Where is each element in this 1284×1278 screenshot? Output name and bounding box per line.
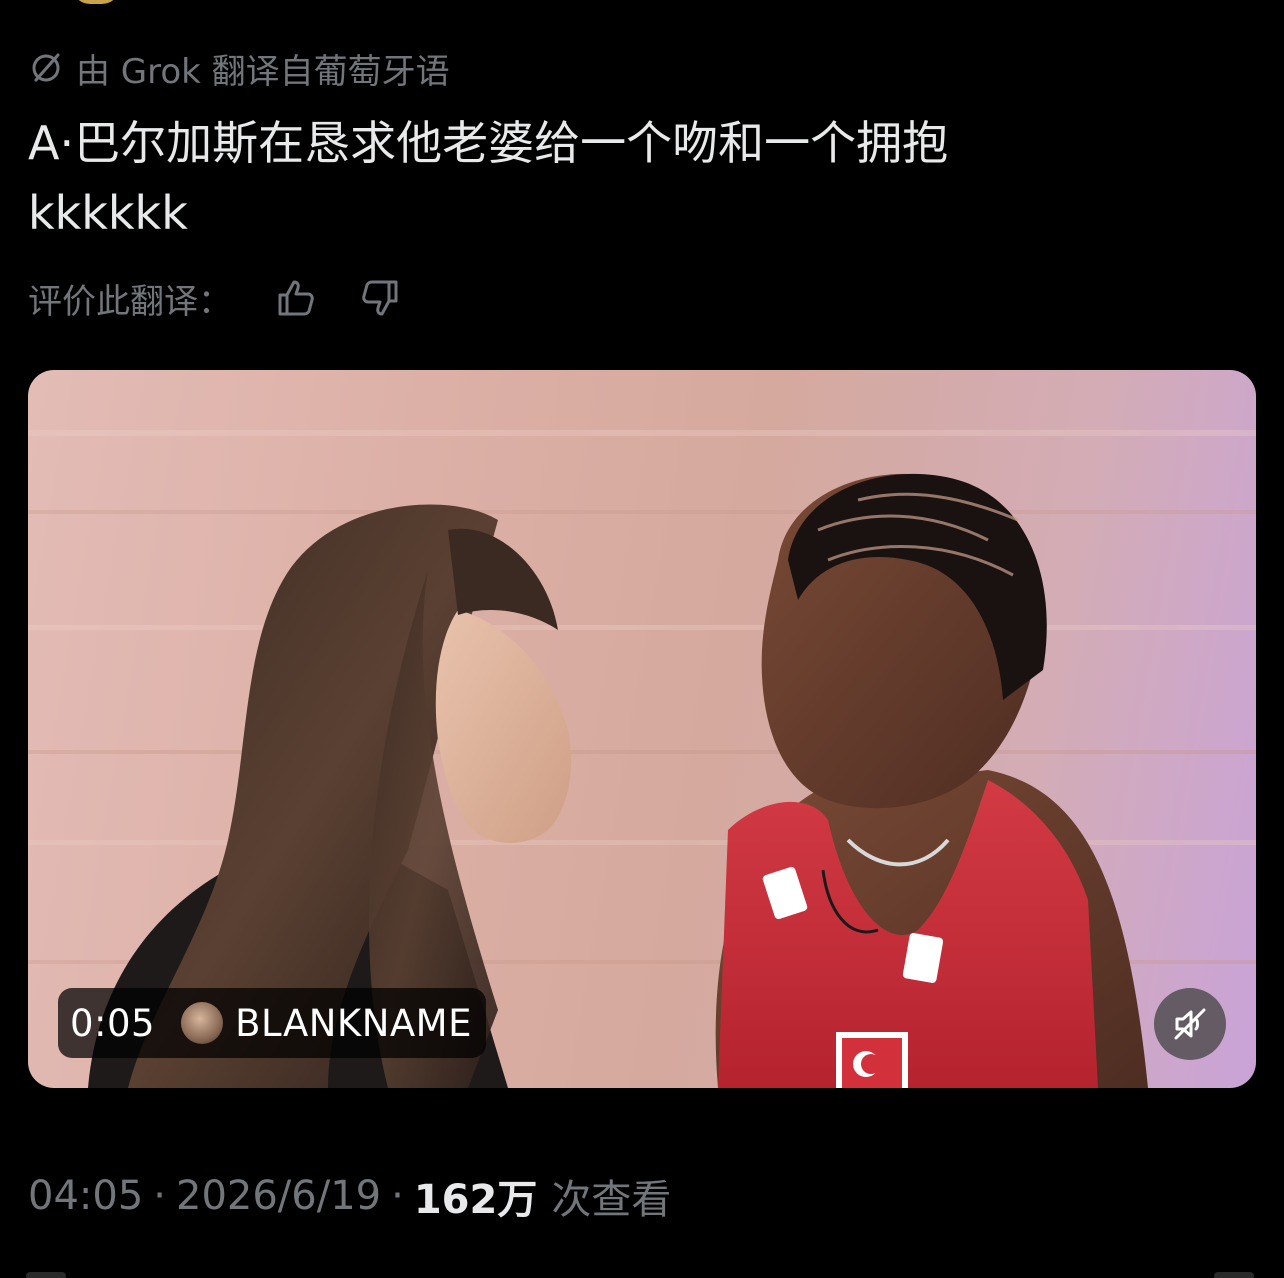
speaker-muted-icon bbox=[1174, 1008, 1206, 1040]
post-date[interactable]: 2026/6/19 bbox=[176, 1173, 381, 1219]
thumbs-up-icon bbox=[278, 280, 314, 316]
creator-avatar[interactable] bbox=[181, 1002, 224, 1044]
mute-button[interactable] bbox=[1154, 988, 1226, 1060]
right-person-figure bbox=[715, 473, 1148, 1088]
tweet-text-line-2: kkkkkk bbox=[28, 186, 188, 240]
translation-notice[interactable]: 由 Grok 翻译自葡萄牙语 bbox=[28, 44, 450, 92]
post-time[interactable]: 04:05 bbox=[28, 1173, 143, 1219]
author-avatar-edge[interactable] bbox=[72, 0, 120, 4]
next-section-edge-right bbox=[1214, 1272, 1254, 1278]
video-info-pill: 0:05 BLANKNAME bbox=[58, 988, 486, 1058]
meta-separator: · bbox=[153, 1173, 166, 1219]
thumbs-down-button[interactable] bbox=[354, 272, 406, 324]
rate-translation-label: 评价此翻译： bbox=[28, 281, 232, 322]
video-frame bbox=[28, 430, 1256, 1088]
view-count-label: 次查看 bbox=[551, 1177, 672, 1223]
next-section-edge-left bbox=[26, 1272, 66, 1278]
creator-name[interactable]: BLANKNAME bbox=[235, 1002, 472, 1045]
video-time: 0:05 bbox=[70, 1001, 156, 1045]
translation-notice-text: 由 Grok 翻译自葡萄牙语 bbox=[76, 51, 450, 92]
tweet-text: A·巴尔加斯在恳求他老婆给一个吻和一个拥抱 kkkkkk bbox=[28, 108, 1248, 248]
video-player[interactable]: 0:05 BLANKNAME bbox=[28, 370, 1256, 1088]
thumbs-down-icon bbox=[362, 280, 398, 316]
rate-translation-row: 评价此翻译： bbox=[28, 272, 406, 324]
tweet-detail-page: 由 Grok 翻译自葡萄牙语 A·巴尔加斯在恳求他老婆给一个吻和一个拥抱 kkk… bbox=[0, 0, 1284, 1278]
view-count[interactable]: 162万 bbox=[414, 1167, 538, 1225]
meta-separator: · bbox=[391, 1173, 404, 1219]
tweet-text-line-1: A·巴尔加斯在恳求他老婆给一个吻和一个拥抱 bbox=[28, 116, 949, 170]
translate-icon bbox=[28, 50, 64, 86]
tweet-meta: 04:05 · 2026/6/19 · 162万 次查看 bbox=[28, 1166, 671, 1226]
thumbs-up-button[interactable] bbox=[270, 272, 322, 324]
